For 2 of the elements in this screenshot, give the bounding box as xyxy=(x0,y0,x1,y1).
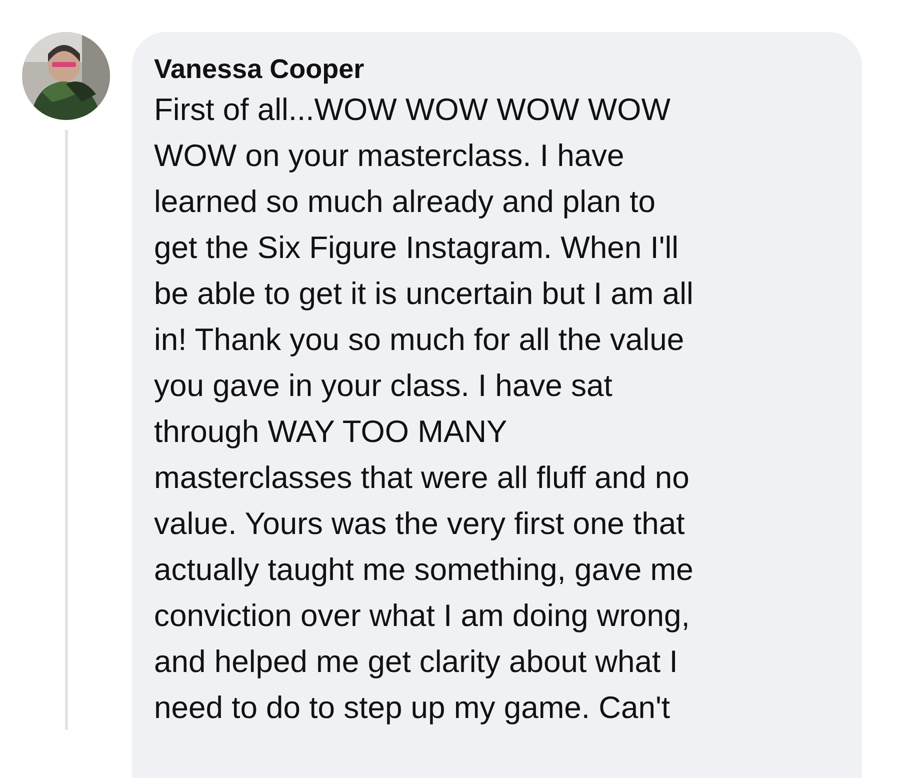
author-name[interactable]: Vanessa Cooper xyxy=(154,52,852,86)
comment-text: First of all...WOW WOW WOW WOW WOW on your masterclass. I have learned so much already and plan to get the Six Figure Instagram. When I'll be able to get it is uncertain but I am all in! Thank you so much for all the value you gave in your class. I have sat through WAY TOO MANY masterclasses that were all fluff and no value. Yours was the very first one that actually taught me something, gave me conviction over what I am doing wrong, and helped me get clarity about what I need to do to step up my game. Can't xyxy=(154,91,694,727)
